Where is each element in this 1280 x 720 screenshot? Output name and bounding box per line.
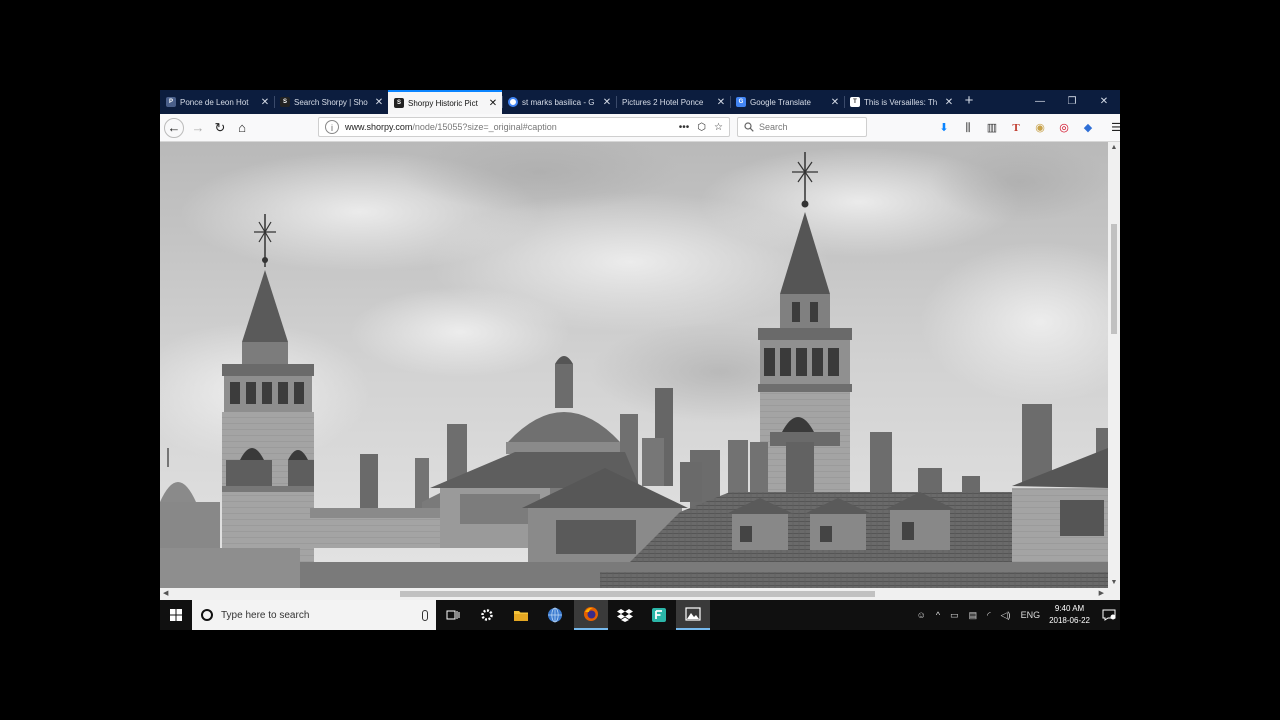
scroll-left-arrow-icon[interactable]: ◀	[163, 588, 168, 600]
forward-button[interactable]: →	[188, 118, 208, 138]
battery-icon[interactable]: ▭	[950, 610, 959, 621]
tab-google-translate[interactable]: G Google Translate ✕	[730, 90, 844, 114]
extension-text-icon[interactable]: T	[1008, 118, 1024, 138]
tab-title: st marks basilica - G	[522, 97, 595, 107]
tab-close-icon[interactable]: ✕	[374, 97, 384, 108]
favicon-icon: P	[166, 97, 176, 107]
favicon-icon: T	[850, 97, 860, 107]
tab-close-icon[interactable]: ✕	[602, 97, 612, 108]
shorpy-favicon-icon: S	[394, 98, 404, 108]
browser-globe-icon[interactable]	[538, 600, 572, 630]
tab-versailles[interactable]: T This is Versailles: Th ✕	[844, 90, 958, 114]
tab-title: Search Shorpy | Sho	[294, 97, 368, 107]
minimize-button[interactable]: —	[1024, 90, 1056, 114]
extension-target-icon[interactable]: ◎	[1056, 118, 1072, 138]
vertical-scrollbar[interactable]: ▲ ▼	[1108, 142, 1120, 588]
tab-pictures-hotel-ponce[interactable]: Pictures 2 Hotel Ponce ✕	[616, 90, 730, 114]
reload-button[interactable]: ↻	[210, 118, 230, 138]
scroll-right-arrow-icon[interactable]: ▶	[1099, 588, 1104, 600]
scroll-down-arrow-icon[interactable]: ▼	[1108, 579, 1120, 586]
library-icon[interactable]: ⫼	[960, 118, 976, 138]
wifi-icon[interactable]: ◜	[987, 610, 991, 621]
tab-title: Shorpy Historic Pict	[408, 98, 478, 108]
search-icon	[744, 122, 754, 132]
download-icon[interactable]: ⬇	[936, 118, 952, 138]
screen: P Ponce de Leon Hot ✕ S Search Shorpy | …	[160, 90, 1120, 630]
menu-icon[interactable]: ☰	[1108, 118, 1120, 138]
tab-close-icon[interactable]: ✕	[260, 97, 270, 108]
new-tab-button[interactable]: +	[958, 90, 980, 114]
tab-search-shorpy[interactable]: S Search Shorpy | Sho ✕	[274, 90, 388, 114]
clock-time: 9:40 AM	[1054, 604, 1085, 613]
shorpy-favicon-icon: S	[280, 97, 290, 107]
file-explorer-icon[interactable]	[504, 600, 538, 630]
navigation-toolbar: ← → ↻ ⌂ i www.shorpy.com /node/15055?siz…	[160, 114, 1120, 142]
close-window-button[interactable]: ✕	[1088, 90, 1120, 114]
start-button[interactable]	[160, 600, 192, 630]
url-actions: ••• ⬡ ☆	[679, 122, 729, 133]
photos-icon[interactable]	[676, 600, 710, 630]
settings-gear-icon[interactable]	[470, 600, 504, 630]
tab-close-icon[interactable]: ✕	[488, 98, 498, 109]
extension-cookie-icon[interactable]: ◉	[1032, 118, 1048, 138]
clock-date: 2018-06-22	[1049, 616, 1090, 625]
task-view-icon[interactable]	[436, 600, 470, 630]
tab-close-icon[interactable]: ✕	[830, 97, 840, 108]
system-tray: ☺ ^ ▭ ▤ ◜ ◁) ENG 9:40 AM 2018-06-22	[912, 600, 1120, 630]
tab-ponce-de-leon[interactable]: P Ponce de Leon Hot ✕	[160, 90, 274, 114]
search-placeholder: Search	[759, 122, 788, 132]
microphone-icon[interactable]	[422, 609, 428, 621]
url-domain: www.shorpy.com	[345, 122, 413, 132]
scroll-up-arrow-icon[interactable]: ▲	[1108, 144, 1120, 151]
home-button[interactable]: ⌂	[232, 118, 252, 138]
notifications-icon[interactable]	[1098, 600, 1120, 630]
sidebar-icon[interactable]: ▥	[984, 118, 1000, 138]
windows-logo-icon	[170, 609, 182, 621]
taskbar-search-box[interactable]: Type here to search	[192, 600, 436, 630]
tab-close-icon[interactable]: ✕	[716, 97, 726, 108]
tab-strip: P Ponce de Leon Hot ✕ S Search Shorpy | …	[160, 90, 1120, 114]
language-indicator[interactable]: ENG	[1021, 610, 1041, 620]
tab-title: This is Versailles: Th	[864, 97, 938, 107]
search-box[interactable]: Search	[737, 117, 867, 137]
restore-button[interactable]: ❐	[1056, 90, 1088, 114]
app-f-icon[interactable]	[642, 600, 676, 630]
google-favicon-icon	[508, 97, 518, 107]
tab-title: Pictures 2 Hotel Ponce	[622, 97, 704, 107]
page-content	[160, 142, 1108, 588]
tab-st-marks-basilica[interactable]: st marks basilica - G ✕	[502, 90, 616, 114]
site-info-icon[interactable]: i	[325, 120, 339, 134]
clock[interactable]: 9:40 AM 2018-06-22	[1049, 603, 1090, 627]
dropbox-icon[interactable]	[608, 600, 642, 630]
back-button[interactable]: ←	[164, 118, 184, 138]
chevron-up-icon[interactable]: ^	[936, 610, 940, 620]
window-controls: — ❐ ✕	[1024, 90, 1120, 114]
people-icon[interactable]: ☺	[917, 610, 926, 620]
tab-close-icon[interactable]: ✕	[944, 97, 954, 108]
vertical-scroll-thumb[interactable]	[1111, 224, 1117, 334]
tab-shorpy-historic[interactable]: S Shorpy Historic Pict ✕	[388, 90, 502, 114]
bookmark-star-icon[interactable]: ☆	[714, 122, 723, 133]
cortana-icon	[201, 609, 213, 621]
horizontal-scroll-thumb[interactable]	[400, 591, 875, 597]
historic-photo-hotel-ponce-de-leon	[160, 142, 1108, 588]
tab-title: Google Translate	[750, 97, 811, 107]
pocket-icon[interactable]: ⬡	[697, 122, 706, 133]
taskbar-search-placeholder: Type here to search	[221, 609, 310, 621]
page-actions-icon[interactable]: •••	[679, 122, 690, 133]
windows-taskbar: Type here to search ☺ ^ ▭ ▤ ◜ ◁) ENG 9:4…	[160, 600, 1120, 630]
translate-favicon-icon: G	[736, 97, 746, 107]
network-icon[interactable]: ▤	[969, 610, 978, 621]
extension-puzzle-icon[interactable]: ◆	[1080, 118, 1096, 138]
tab-title: Ponce de Leon Hot	[180, 97, 249, 107]
url-path: /node/15055?size=_original#caption	[412, 122, 557, 132]
firefox-icon[interactable]	[574, 600, 608, 630]
horizontal-scrollbar[interactable]: ◀ ▶	[160, 588, 1120, 600]
toolbar-icons: ⬇ ⫼ ▥ T ◉ ◎ ◆ ☰	[936, 118, 1120, 138]
url-bar[interactable]: i www.shorpy.com /node/15055?size=_origi…	[318, 117, 730, 137]
volume-icon[interactable]: ◁)	[1001, 610, 1011, 621]
